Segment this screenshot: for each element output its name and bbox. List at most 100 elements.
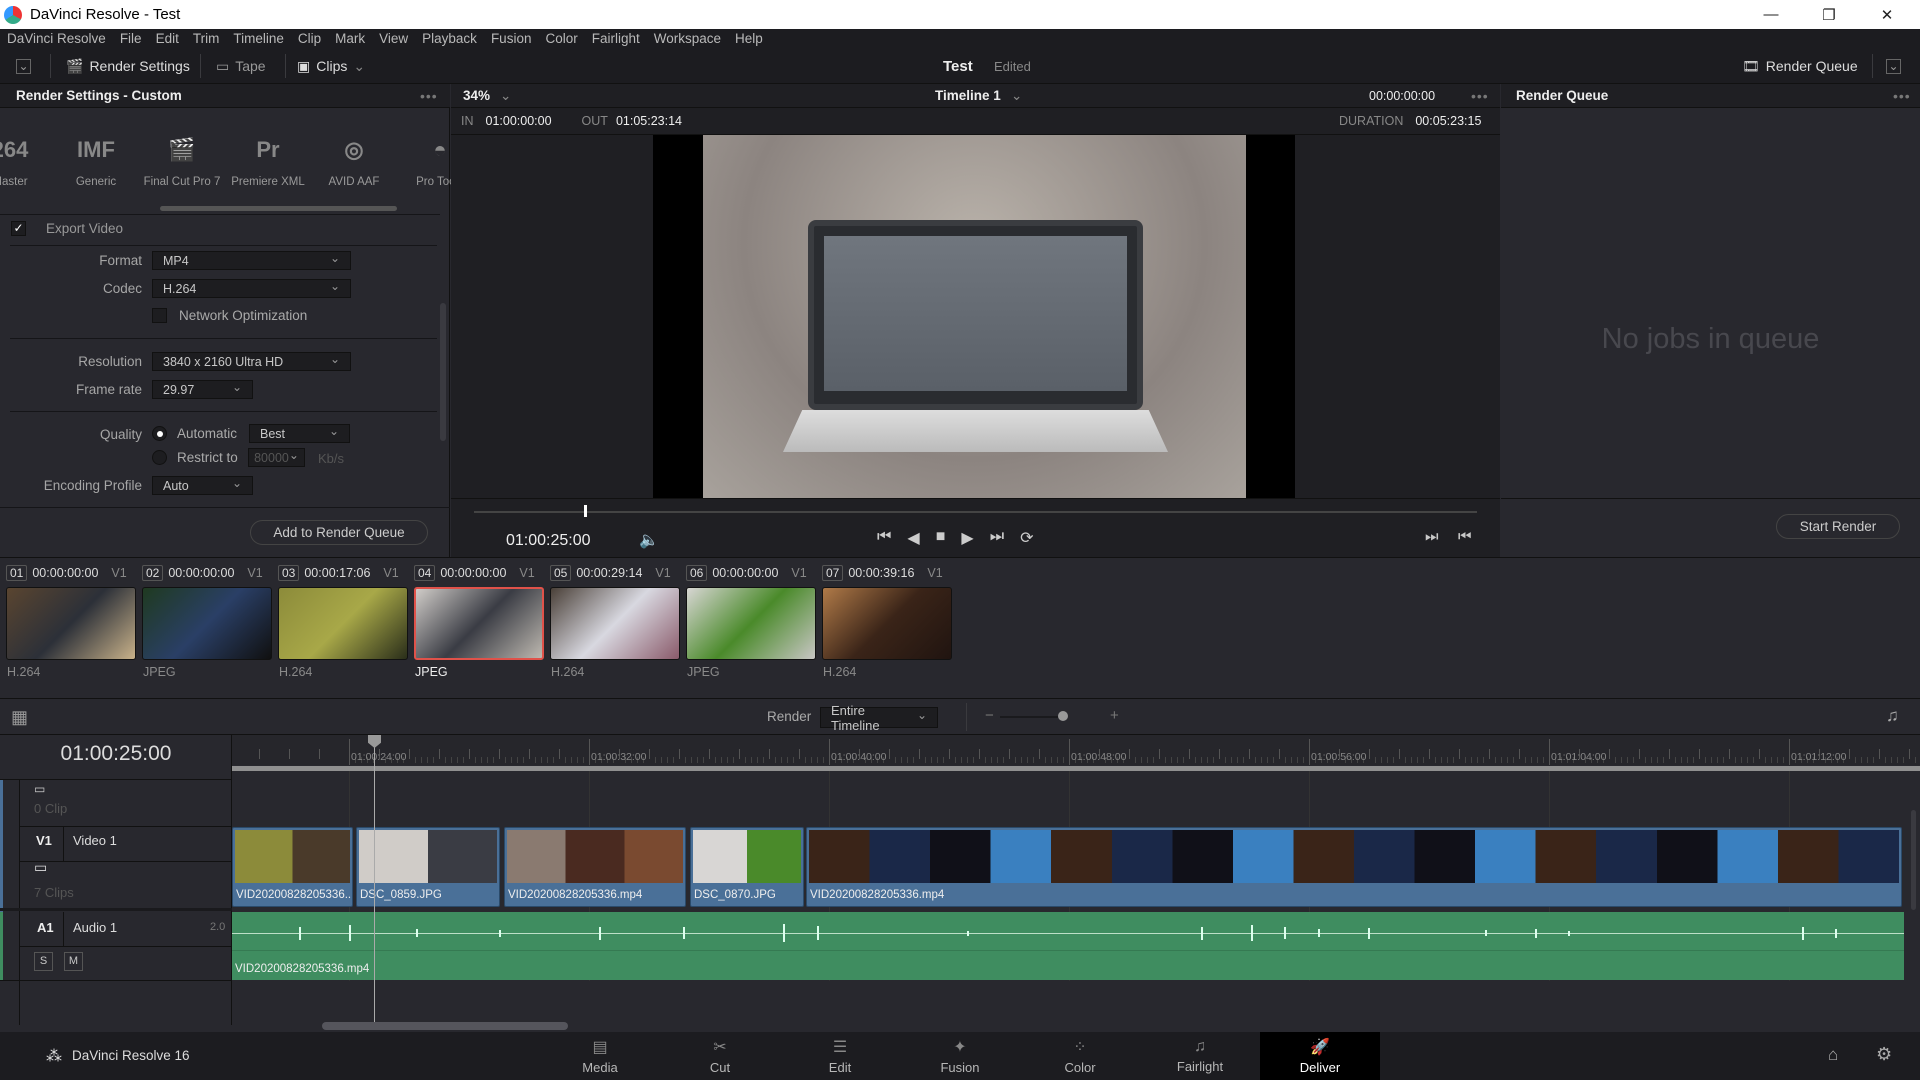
- chevron-down-icon[interactable]: ⌄: [500, 88, 511, 104]
- track-name-audio1[interactable]: Audio 1: [73, 920, 117, 935]
- zoom-slider-handle[interactable]: [1058, 711, 1068, 721]
- play-icon[interactable]: ▶: [961, 528, 973, 548]
- menu-item-fairlight[interactable]: Fairlight: [585, 31, 647, 46]
- frame-rate-dropdown[interactable]: 29.97: [152, 380, 253, 399]
- quality-dropdown[interactable]: Best: [249, 424, 350, 443]
- scrubber-handle[interactable]: [584, 505, 588, 517]
- render-settings-button[interactable]: 🎬 Render Settings: [66, 48, 190, 84]
- preset-premiere-xml[interactable]: Pr Premiere XML: [228, 130, 308, 188]
- clips-button[interactable]: ▣ Clips ⌄: [297, 48, 365, 84]
- menu-item-fusion[interactable]: Fusion: [484, 31, 539, 46]
- clip-thumbnail[interactable]: [822, 587, 952, 660]
- video-clip[interactable]: DSC_0870.JPG: [690, 827, 804, 907]
- viewer-timecode[interactable]: 00:00:00:00: [1369, 89, 1435, 103]
- more-options-icon[interactable]: •••: [1471, 88, 1489, 104]
- zoom-out-icon[interactable]: −: [985, 707, 994, 724]
- audio-meter-icon[interactable]: ♫: [1886, 706, 1899, 726]
- workspace-toggle-button[interactable]: ⌄: [16, 48, 31, 84]
- start-render-button[interactable]: Start Render: [1776, 514, 1900, 539]
- zoom-level[interactable]: 34%: [463, 88, 490, 103]
- next-clip-icon[interactable]: ⏭: [1425, 528, 1439, 545]
- menu-item-workspace[interactable]: Workspace: [647, 31, 728, 46]
- page-cut[interactable]: ✂ Cut: [660, 1032, 780, 1080]
- clip-thumbnail[interactable]: [550, 587, 680, 660]
- menu-item-color[interactable]: Color: [538, 31, 584, 46]
- video-clip[interactable]: VID20200828205336.mp4: [806, 827, 1902, 907]
- quality-automatic-radio[interactable]: Automatic: [152, 426, 237, 441]
- stop-icon[interactable]: ■: [936, 528, 946, 548]
- clip-thumbnail[interactable]: [686, 587, 816, 660]
- minimize-button[interactable]: —: [1742, 0, 1800, 29]
- preset-final-cut-pro-7[interactable]: 🎬 Final Cut Pro 7: [142, 130, 222, 188]
- menu-item-davinci-resolve[interactable]: DaVinci Resolve: [0, 31, 113, 46]
- export-video-checkbox[interactable]: ✓ Export Video: [11, 221, 123, 236]
- page-edit[interactable]: ☰ Edit: [780, 1032, 900, 1080]
- clip-thumbnail[interactable]: [414, 587, 544, 660]
- go-to-start-icon[interactable]: ⏮: [877, 528, 891, 548]
- panel-toggle-button[interactable]: ⌄: [1886, 48, 1901, 84]
- timeline-vertical-scrollbar[interactable]: [1911, 810, 1916, 910]
- previous-clip-icon[interactable]: ⏮: [1458, 528, 1472, 545]
- render-range-dropdown[interactable]: Entire Timeline: [820, 703, 938, 733]
- ruler-tick: [829, 739, 830, 765]
- track-name-video1[interactable]: Video 1: [73, 833, 117, 848]
- menu-item-mark[interactable]: Mark: [328, 31, 372, 46]
- menu-item-file[interactable]: File: [113, 31, 149, 46]
- settings-scrollbar[interactable]: [440, 303, 446, 441]
- preset-master[interactable]: 264 Master: [0, 130, 50, 188]
- bitrate-input[interactable]: 80000: [248, 448, 305, 467]
- timeline-view-options-icon[interactable]: ▦: [11, 707, 28, 728]
- home-icon[interactable]: ⌂: [1828, 1045, 1838, 1065]
- preset-avid-aaf[interactable]: ◎ AVID AAF: [314, 130, 394, 188]
- add-to-render-queue-button[interactable]: Add to Render Queue: [250, 520, 428, 545]
- restrict-bitrate-radio[interactable]: Restrict to: [152, 450, 238, 465]
- video-clip[interactable]: DSC_0859.JPG: [356, 827, 500, 907]
- solo-button[interactable]: S: [34, 952, 53, 971]
- zoom-in-icon[interactable]: +: [1110, 707, 1119, 724]
- timeline-scrollbar[interactable]: [322, 1022, 568, 1030]
- page-media[interactable]: ▤ Media: [540, 1032, 660, 1080]
- timeline-selector[interactable]: Timeline 1: [935, 88, 1001, 103]
- timeline-zoom-slider[interactable]: [1000, 716, 1058, 718]
- ruler-tick: [349, 739, 350, 765]
- menu-item-trim[interactable]: Trim: [186, 31, 227, 46]
- tape-button[interactable]: ▭ Tape: [216, 48, 266, 84]
- mute-button[interactable]: M: [64, 952, 83, 971]
- page-fusion[interactable]: ✦ Fusion: [900, 1032, 1020, 1080]
- menu-item-view[interactable]: View: [372, 31, 415, 46]
- menu-item-clip[interactable]: Clip: [291, 31, 328, 46]
- close-button[interactable]: ✕: [1858, 0, 1916, 29]
- resolution-dropdown[interactable]: 3840 x 2160 Ultra HD: [152, 352, 351, 371]
- volume-icon[interactable]: 🔈: [639, 530, 659, 550]
- restore-button[interactable]: ❐: [1800, 0, 1858, 29]
- go-to-end-icon[interactable]: ⏭: [990, 528, 1004, 548]
- more-options-icon[interactable]: •••: [420, 88, 438, 104]
- clip-thumbnail[interactable]: [278, 587, 408, 660]
- page-deliver[interactable]: 🚀 Deliver: [1260, 1032, 1380, 1080]
- encoding-profile-dropdown[interactable]: Auto: [152, 476, 253, 495]
- presets-scrollbar[interactable]: [160, 206, 397, 211]
- more-options-icon[interactable]: •••: [1893, 88, 1911, 104]
- menu-item-playback[interactable]: Playback: [415, 31, 484, 46]
- scrubber-bar[interactable]: [474, 511, 1477, 513]
- format-dropdown[interactable]: MP4: [152, 251, 351, 270]
- codec-dropdown[interactable]: H.264: [152, 279, 351, 298]
- network-optimization-checkbox[interactable]: Network Optimization: [152, 308, 307, 323]
- page-color[interactable]: ⁘ Color: [1020, 1032, 1140, 1080]
- page-fairlight[interactable]: ♫ Fairlight: [1140, 1032, 1260, 1080]
- preset-generic[interactable]: IMF Generic: [56, 130, 136, 188]
- clip-thumbnail[interactable]: [142, 587, 272, 660]
- video-clip[interactable]: VID20200828205336....: [232, 827, 353, 907]
- project-name: Test: [943, 57, 973, 75]
- render-queue-button[interactable]: 🎞 Render Queue: [1742, 48, 1858, 84]
- settings-gear-icon[interactable]: ⚙: [1876, 1044, 1892, 1065]
- menu-item-help[interactable]: Help: [728, 31, 770, 46]
- menu-item-timeline[interactable]: Timeline: [226, 31, 291, 46]
- playhead[interactable]: [374, 735, 375, 1025]
- audio-clip[interactable]: VID20200828205336.mp4: [232, 912, 1904, 980]
- menu-item-edit[interactable]: Edit: [149, 31, 186, 46]
- clip-thumbnail[interactable]: [6, 587, 136, 660]
- loop-icon[interactable]: ⟳: [1020, 528, 1033, 548]
- video-clip[interactable]: VID20200828205336.mp4: [504, 827, 686, 907]
- step-back-icon[interactable]: ◀: [907, 528, 919, 548]
